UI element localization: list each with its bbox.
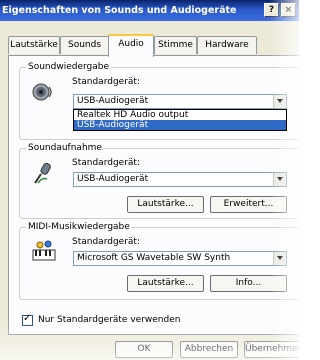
apply-button[interactable]: Übernehmen [244, 341, 299, 358]
default-devices-checkbox[interactable] [22, 313, 33, 326]
tab-hardware[interactable]: Hardware [197, 36, 257, 54]
recording-device-select[interactable]: USB-Audiogerät [73, 172, 287, 187]
recording-selected-value: USB-Audiogerät [77, 174, 149, 184]
midi-selected-value: Microsoft GS Wavetable SW Synth [77, 253, 231, 263]
midi-device-label: Standardgerät: [72, 237, 140, 247]
midi-volume-button[interactable]: Lautstärke... [127, 275, 204, 292]
recording-volume-button[interactable]: Lautstärke... [127, 196, 204, 213]
speaker-icon [32, 83, 52, 101]
midi-group-title: MIDI-Musikwiedergabe [26, 222, 132, 232]
dialog-window: Eigenschaften von Sounds und Audiogeräte… [0, 0, 299, 360]
playback-group: Soundwiedergabe Standardgerät: USB-Audio… [19, 62, 299, 140]
microphone-icon [34, 162, 51, 184]
tab-sounds[interactable]: Sounds [60, 36, 109, 54]
playback-group-title: Soundwiedergabe [26, 62, 112, 72]
help-button[interactable]: ? [264, 3, 279, 17]
keyboard-icon [32, 240, 56, 261]
cancel-button[interactable]: Abbrechen [180, 341, 238, 358]
playback-device-select[interactable]: USB-Audiogerät [73, 94, 287, 109]
window-title: Eigenschaften von Sounds und Audiogeräte [2, 5, 237, 16]
midi-info-button[interactable]: Info... [210, 275, 287, 292]
recording-advanced-button[interactable]: Erweitert... [210, 196, 287, 213]
dropdown-option-realtek[interactable]: Realtek HD Audio output [74, 110, 286, 120]
playback-dropdown-list: Realtek HD Audio output USB-Audiogerät [73, 109, 287, 131]
recording-group: Soundaufnahme Standardgerät: USB-Audioge… [19, 143, 299, 219]
recording-group-title: Soundaufnahme [26, 143, 104, 153]
chevron-down-icon[interactable] [273, 252, 286, 265]
ok-button[interactable]: OK [115, 341, 173, 358]
tab-lautstaerke[interactable]: Lautstärke [8, 36, 60, 54]
chevron-down-icon[interactable] [273, 173, 286, 186]
tab-audio[interactable]: Audio [108, 34, 154, 57]
recording-device-label: Standardgerät: [72, 158, 140, 168]
tab-stimme[interactable]: Stimme [154, 36, 197, 54]
default-devices-label[interactable]: Nur Standardgeräte verwenden [38, 315, 180, 325]
close-button[interactable]: × [281, 3, 296, 17]
midi-group: MIDI-Musikwiedergabe Standardgerät: Micr… [19, 222, 299, 300]
audio-panel: Soundwiedergabe Standardgerät: USB-Audio… [8, 55, 299, 335]
midi-device-select[interactable]: Microsoft GS Wavetable SW Synth [73, 251, 287, 266]
title-bar[interactable]: Eigenschaften von Sounds und Audiogeräte… [0, 0, 299, 21]
playback-device-label: Standardgerät: [72, 77, 140, 87]
playback-selected-value: USB-Audiogerät [77, 96, 149, 106]
dropdown-option-usb[interactable]: USB-Audiogerät [74, 120, 286, 130]
chevron-down-icon[interactable] [273, 95, 286, 108]
